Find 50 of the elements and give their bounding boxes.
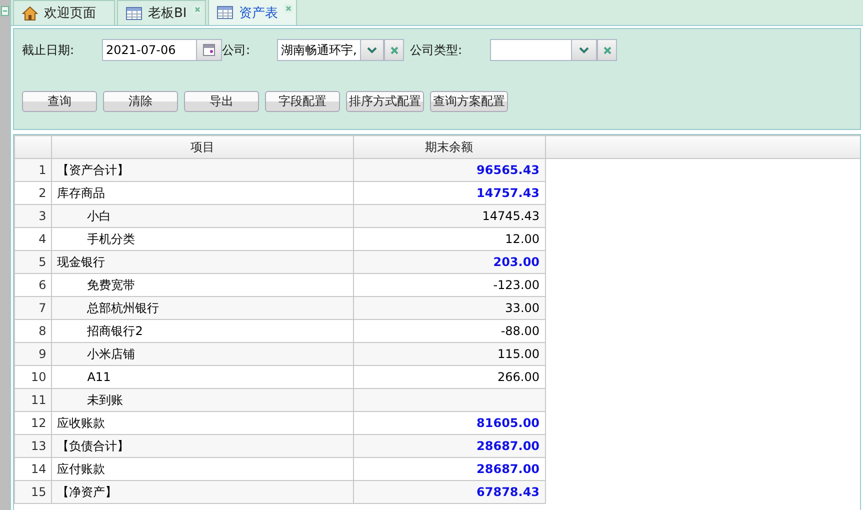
toolbar-button[interactable]: 清除 — [103, 91, 178, 112]
table-cell: 67878.43 — [353, 480, 546, 504]
row-number: 1 — [14, 158, 52, 182]
row-number: 11 — [14, 388, 52, 412]
row-number: 9 — [14, 342, 52, 366]
tab[interactable]: 老板BI — [117, 0, 206, 25]
tab[interactable]: 欢迎页面 — [13, 0, 115, 25]
tab[interactable]: 资产表 — [208, 0, 297, 25]
dropdown-field[interactable]: 湖南畅通环宇, — [277, 39, 384, 61]
table-cell: 小米店铺 — [52, 342, 354, 366]
table-cell: 28687.00 — [353, 434, 546, 458]
toolbar-button[interactable]: 字段配置 — [265, 91, 340, 112]
table-cell: 14745.43 — [353, 204, 546, 228]
table-cell: 33.00 — [353, 296, 546, 320]
table-cell: 小白 — [52, 204, 354, 228]
row-number: 3 — [14, 204, 52, 228]
toolbar-button[interactable]: 排序方式配置 — [346, 91, 424, 112]
close-icon[interactable] — [284, 4, 293, 13]
field-label: 公司类型: — [410, 42, 464, 58]
expand-icon[interactable] — [1, 6, 9, 16]
row-number: 5 — [14, 250, 52, 274]
column-header[interactable]: 项目 — [52, 136, 354, 158]
toolbar-button[interactable]: 查询方案配置 — [430, 91, 508, 112]
dropdown-field[interactable] — [490, 39, 597, 61]
table-cell: 【净资产】 — [52, 480, 354, 504]
table-icon — [216, 6, 233, 19]
table-cell: 115.00 — [353, 342, 546, 366]
table-cell: 96565.43 — [353, 158, 546, 182]
clear-icon[interactable] — [390, 46, 398, 54]
row-number: 7 — [14, 296, 52, 320]
calendar-icon[interactable] — [203, 44, 215, 56]
field-label: 公司: — [222, 42, 252, 58]
row-number: 13 — [14, 434, 52, 458]
table-cell: 现金银行 — [52, 250, 354, 274]
field-label: 截止日期: — [22, 42, 76, 58]
row-number: 15 — [14, 480, 52, 504]
column-header[interactable]: 期末余额 — [353, 136, 546, 158]
date-field[interactable]: 2021-07-06 — [102, 39, 222, 61]
table-cell: 【资产合计】 — [52, 158, 354, 182]
house-icon — [22, 6, 38, 20]
close-icon[interactable] — [192, 5, 202, 14]
header-cell — [14, 136, 52, 158]
table-cell: 203.00 — [353, 250, 546, 274]
table-icon — [126, 6, 142, 20]
table-cell: 【负债合计】 — [52, 434, 354, 458]
table-cell: 未到账 — [52, 388, 354, 412]
toolbar-button[interactable]: 导出 — [184, 91, 259, 112]
table-cell: 总部杭州银行 — [52, 296, 354, 320]
clear-icon[interactable] — [602, 46, 612, 54]
toolbar-button[interactable]: 查询 — [22, 91, 97, 112]
